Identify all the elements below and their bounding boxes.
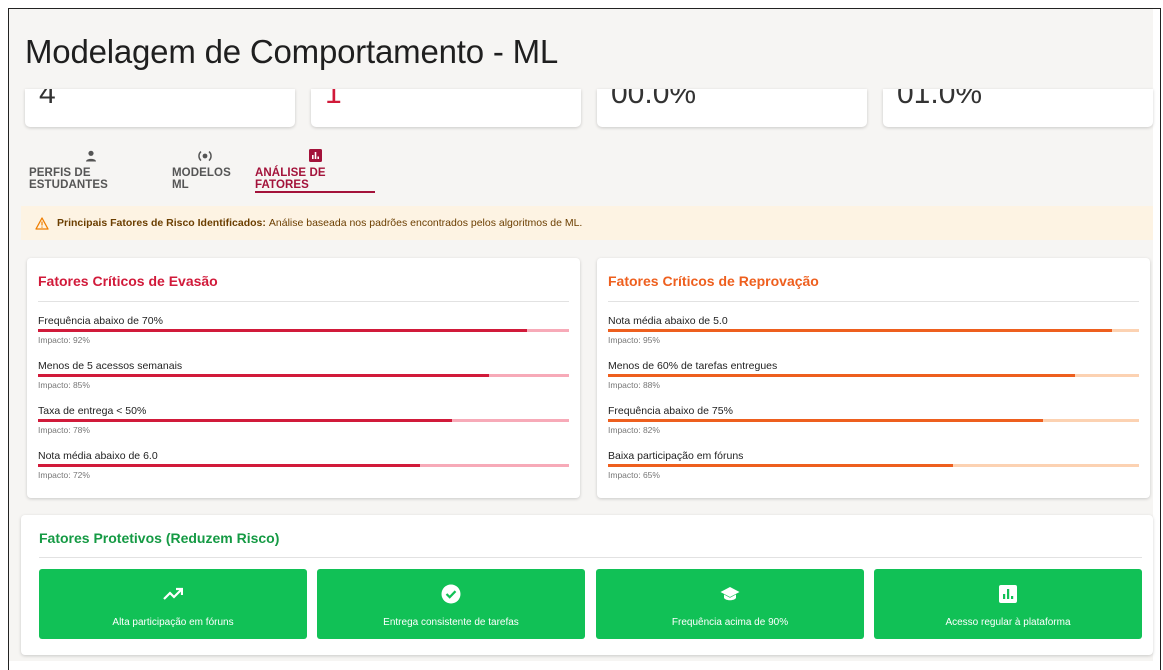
factor-label: Menos de 5 acessos semanais (38, 360, 183, 372)
panel-title: Fatores Críticos de Reprovação (608, 273, 819, 289)
impact-bar-fill (608, 419, 1044, 422)
analytics-icon (308, 147, 322, 164)
stat-card-4: 01.0% (883, 89, 1153, 127)
factor-item: Menos de 5 acessos semanais Impacto: 85% (38, 360, 569, 400)
alert-title: Principais Fatores de Risco Identificado… (57, 217, 266, 229)
stat-value: 1 (325, 89, 342, 110)
factor-impact: Impacto: 88% (608, 380, 660, 390)
tab-label: ANÁLISE DE FATORES (255, 167, 326, 191)
factor-impact: Impacto: 85% (38, 380, 90, 390)
factor-item: Taxa de entrega < 50% Impacto: 78% (38, 405, 569, 445)
person-icon (85, 147, 97, 164)
factor-item: Frequência abaixo de 70% Impacto: 92% (38, 315, 569, 355)
impact-bar (608, 464, 1139, 467)
protective-label: Alta participação em fóruns (112, 617, 234, 628)
stat-card-1: 4 (25, 89, 295, 127)
factor-item: Frequência abaixo de 75% Impacto: 82% (608, 405, 1139, 445)
factor-impact: Impacto: 92% (38, 335, 90, 345)
page: Modelagem de Comportamento - ML 4 1 00.0… (9, 9, 1153, 661)
graduation-cap-icon (720, 583, 740, 605)
factor-item: Nota média abaixo de 6.0 Impacto: 72% (38, 450, 569, 490)
impact-bar-fill (608, 464, 954, 467)
factor-impact: Impacto: 78% (38, 425, 90, 435)
divider (39, 557, 1142, 558)
tab-label: PERFIS DE ESTUDANTES (29, 167, 108, 191)
risk-alert: Principais Fatores de Risco Identificado… (21, 206, 1153, 240)
tab-label: MODELOS ML (172, 167, 231, 191)
panel-title: Fatores Críticos de Evasão (38, 273, 218, 289)
stat-value: 00.0% (611, 89, 697, 110)
factor-impact: Impacto: 82% (608, 425, 660, 435)
panel-fatores-evasao: Fatores Críticos de Evasão Frequência ab… (27, 258, 580, 498)
impact-bar (38, 419, 569, 422)
impact-bar-fill (608, 374, 1076, 377)
factor-label: Taxa de entrega < 50% (38, 405, 147, 417)
protective-card-frequencia: Frequência acima de 90% (596, 569, 864, 639)
stat-card-2: 1 (311, 89, 581, 127)
impact-bar (608, 419, 1139, 422)
trending-up-icon (163, 583, 183, 605)
impact-bar (38, 464, 569, 467)
factor-item: Baixa participação em fóruns Impacto: 65% (608, 450, 1139, 490)
factor-label: Baixa participação em fóruns (608, 450, 744, 462)
factor-label: Nota média abaixo de 5.0 (608, 315, 728, 327)
protective-card-forum: Alta participação em fóruns (39, 569, 307, 639)
tab-analise-de-fatores[interactable]: ANÁLISE DE FATORES (255, 147, 375, 193)
model-icon (198, 147, 212, 164)
bar-chart-icon (999, 583, 1017, 605)
divider (608, 301, 1139, 302)
stat-card-3: 00.0% (597, 89, 867, 127)
warning-icon (35, 216, 49, 230)
factor-impact: Impacto: 72% (38, 470, 90, 480)
protective-card-entrega: Entrega consistente de tarefas (317, 569, 585, 639)
tab-perfis-de-estudantes[interactable]: PERFIS DE ESTUDANTES (29, 147, 153, 191)
impact-bar (38, 374, 569, 377)
factor-label: Frequência abaixo de 75% (608, 405, 733, 417)
panel-title: Fatores Protetivos (Reduzem Risco) (39, 530, 280, 546)
panel-fatores-protetivos: Fatores Protetivos (Reduzem Risco) Alta … (21, 515, 1153, 655)
protective-label: Entrega consistente de tarefas (383, 617, 519, 628)
divider (38, 301, 569, 302)
factor-impact: Impacto: 95% (608, 335, 660, 345)
protective-label: Acesso regular à plataforma (945, 617, 1071, 628)
factor-label: Nota média abaixo de 6.0 (38, 450, 158, 462)
panel-fatores-reprovacao: Fatores Críticos de Reprovação Nota médi… (597, 258, 1150, 498)
check-circle-icon (441, 583, 461, 605)
factor-label: Frequência abaixo de 70% (38, 315, 163, 327)
impact-bar-fill (38, 419, 453, 422)
page-title: Modelagem de Comportamento - ML (25, 33, 559, 70)
impact-bar (608, 374, 1139, 377)
alert-text: Análise baseada nos padrões encontrados … (268, 217, 583, 229)
factor-item: Nota média abaixo de 5.0 Impacto: 95% (608, 315, 1139, 355)
protective-label: Frequência acima de 90% (671, 617, 789, 628)
protective-card-acesso: Acesso regular à plataforma (874, 569, 1142, 639)
stat-value: 01.0% (897, 89, 983, 110)
tab-modelos-ml[interactable]: MODELOS ML (172, 147, 238, 191)
stat-value: 4 (39, 89, 56, 110)
impact-bar (38, 329, 569, 332)
impact-bar-fill (38, 329, 527, 332)
factor-impact: Impacto: 65% (608, 470, 660, 480)
impact-bar-fill (38, 464, 421, 467)
factor-label: Menos de 60% de tarefas entregues (608, 360, 778, 372)
impact-bar-fill (608, 329, 1113, 332)
impact-bar-fill (38, 374, 490, 377)
factor-item: Menos de 60% de tarefas entregues Impacto… (608, 360, 1139, 400)
impact-bar (608, 329, 1139, 332)
